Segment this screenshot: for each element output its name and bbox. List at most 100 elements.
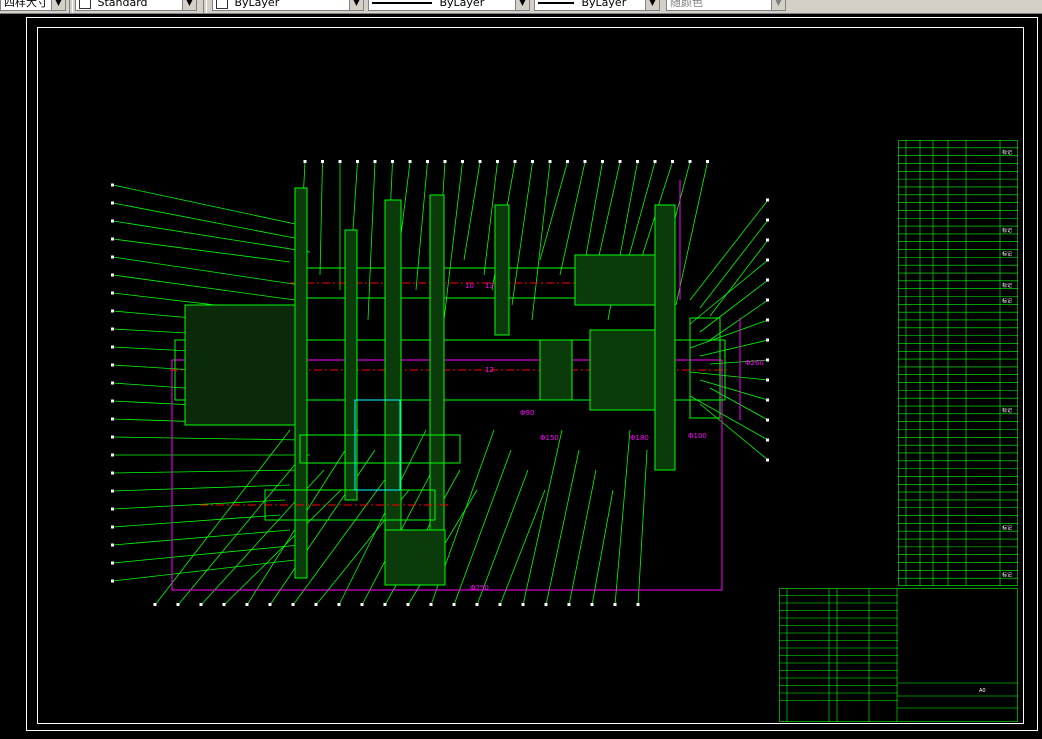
balloon-marker xyxy=(111,489,114,493)
parts-table-note: 标记 xyxy=(1002,251,1012,258)
balloon-marker xyxy=(245,603,249,606)
balloon-marker xyxy=(496,160,499,163)
balloon-marker xyxy=(567,603,571,606)
balloon-marker xyxy=(111,453,114,457)
balloon-marker xyxy=(111,399,114,403)
balloon-marker xyxy=(111,417,114,421)
balloon-marker xyxy=(653,160,657,163)
balloon-marker xyxy=(111,237,114,241)
dimension-label: Φ180 xyxy=(630,434,649,442)
parts-table-note: 标记 xyxy=(1002,571,1012,578)
balloon-marker xyxy=(601,160,604,163)
balloon-marker xyxy=(671,160,674,163)
dimension-label: 12 xyxy=(485,366,494,374)
balloon-marker xyxy=(373,160,377,163)
balloon-marker xyxy=(766,338,769,342)
dimension-label: Φ90 xyxy=(520,409,534,417)
balloon-marker xyxy=(111,507,114,511)
balloon-marker xyxy=(613,603,617,606)
balloon-marker xyxy=(111,435,114,439)
balloon-marker xyxy=(406,603,410,606)
balloon-marker xyxy=(766,298,769,302)
balloon-marker xyxy=(583,160,587,163)
balloon-marker xyxy=(636,160,639,163)
balloon-marker xyxy=(766,458,769,462)
clutch-sleeve xyxy=(539,339,573,401)
gear-3 xyxy=(429,194,445,586)
parts-table-note: 标记 xyxy=(1002,297,1012,304)
balloon-marker xyxy=(111,255,114,259)
balloon-marker xyxy=(391,160,394,163)
balloon-marker xyxy=(521,603,525,606)
balloon-marker xyxy=(636,603,640,606)
balloon-marker xyxy=(111,363,114,367)
balloon-marker xyxy=(548,160,552,163)
balloon-marker xyxy=(618,160,622,163)
dimension-label: Φ250 xyxy=(470,584,489,592)
balloon-marker xyxy=(513,160,517,163)
right-bearing-assembly xyxy=(589,329,661,411)
balloon-marker xyxy=(766,238,769,242)
parts-table-note: 标记 xyxy=(1002,407,1012,414)
balloon-marker xyxy=(452,603,456,606)
balloon-marker xyxy=(478,160,482,163)
balloon-marker xyxy=(766,258,769,262)
balloon-marker xyxy=(766,398,769,402)
balloon-marker xyxy=(111,579,114,583)
balloon-marker xyxy=(590,603,594,606)
balloon-marker xyxy=(766,438,769,442)
balloon-marker xyxy=(498,603,502,606)
balloon-marker xyxy=(475,603,479,606)
balloon-marker xyxy=(268,603,272,606)
balloon-marker xyxy=(544,603,548,606)
bottom-gear xyxy=(384,529,446,586)
title-block: A0 xyxy=(779,588,1018,722)
balloon-marker xyxy=(111,561,114,565)
parts-table-note: 标记 xyxy=(1002,282,1012,289)
balloon-marker xyxy=(383,603,387,606)
dimension-label: 13 xyxy=(485,282,494,290)
balloon-marker xyxy=(222,603,226,606)
balloon-marker xyxy=(176,603,180,606)
dimension-label: 10 xyxy=(465,282,474,290)
balloon-marker xyxy=(531,160,534,163)
balloon-marker xyxy=(111,183,114,187)
balloon-marker xyxy=(356,160,359,163)
balloon-marker xyxy=(461,160,464,163)
balloon-marker xyxy=(111,291,114,295)
gear-2 xyxy=(384,199,402,581)
balloon-marker xyxy=(291,603,295,606)
balloon-marker xyxy=(111,525,114,529)
balloon-marker xyxy=(766,358,769,362)
balloon-marker xyxy=(338,160,342,163)
dimension-label: Φ100 xyxy=(688,432,707,440)
dimension-label: Φ260 xyxy=(745,359,764,367)
dimension-label: Φ150 xyxy=(540,434,559,442)
sheet-size-label: A0 xyxy=(979,688,986,694)
balloon-marker xyxy=(111,309,114,313)
balloon-marker xyxy=(321,160,324,163)
balloon-marker xyxy=(337,603,341,606)
balloon-marker xyxy=(111,345,114,349)
balloon-marker xyxy=(706,160,709,163)
dimension-texts: Φ250 Φ260 Φ90 Φ150 Φ180 Φ100 10 13 12 xyxy=(465,282,764,592)
balloon-marker xyxy=(408,160,412,163)
balloon-marker xyxy=(153,603,157,606)
balloon-marker xyxy=(688,160,692,163)
spindle-nut xyxy=(689,317,721,419)
balloon-marker xyxy=(766,418,769,422)
balloon-marker xyxy=(111,543,114,547)
balloon-marker xyxy=(766,318,769,322)
balloon-marker xyxy=(111,219,114,223)
balloon-marker xyxy=(443,160,447,163)
balloon-marker xyxy=(360,603,364,606)
balloon-marker xyxy=(766,378,769,382)
gearbox-assembly xyxy=(170,180,741,591)
gear-4 xyxy=(494,204,510,336)
balloon-marker xyxy=(429,603,433,606)
right-end-plate xyxy=(654,204,676,471)
balloon-marker xyxy=(111,273,114,277)
balloon-marker xyxy=(426,160,429,163)
balloon-marker xyxy=(303,160,307,163)
v-belt-pulley xyxy=(184,304,296,426)
